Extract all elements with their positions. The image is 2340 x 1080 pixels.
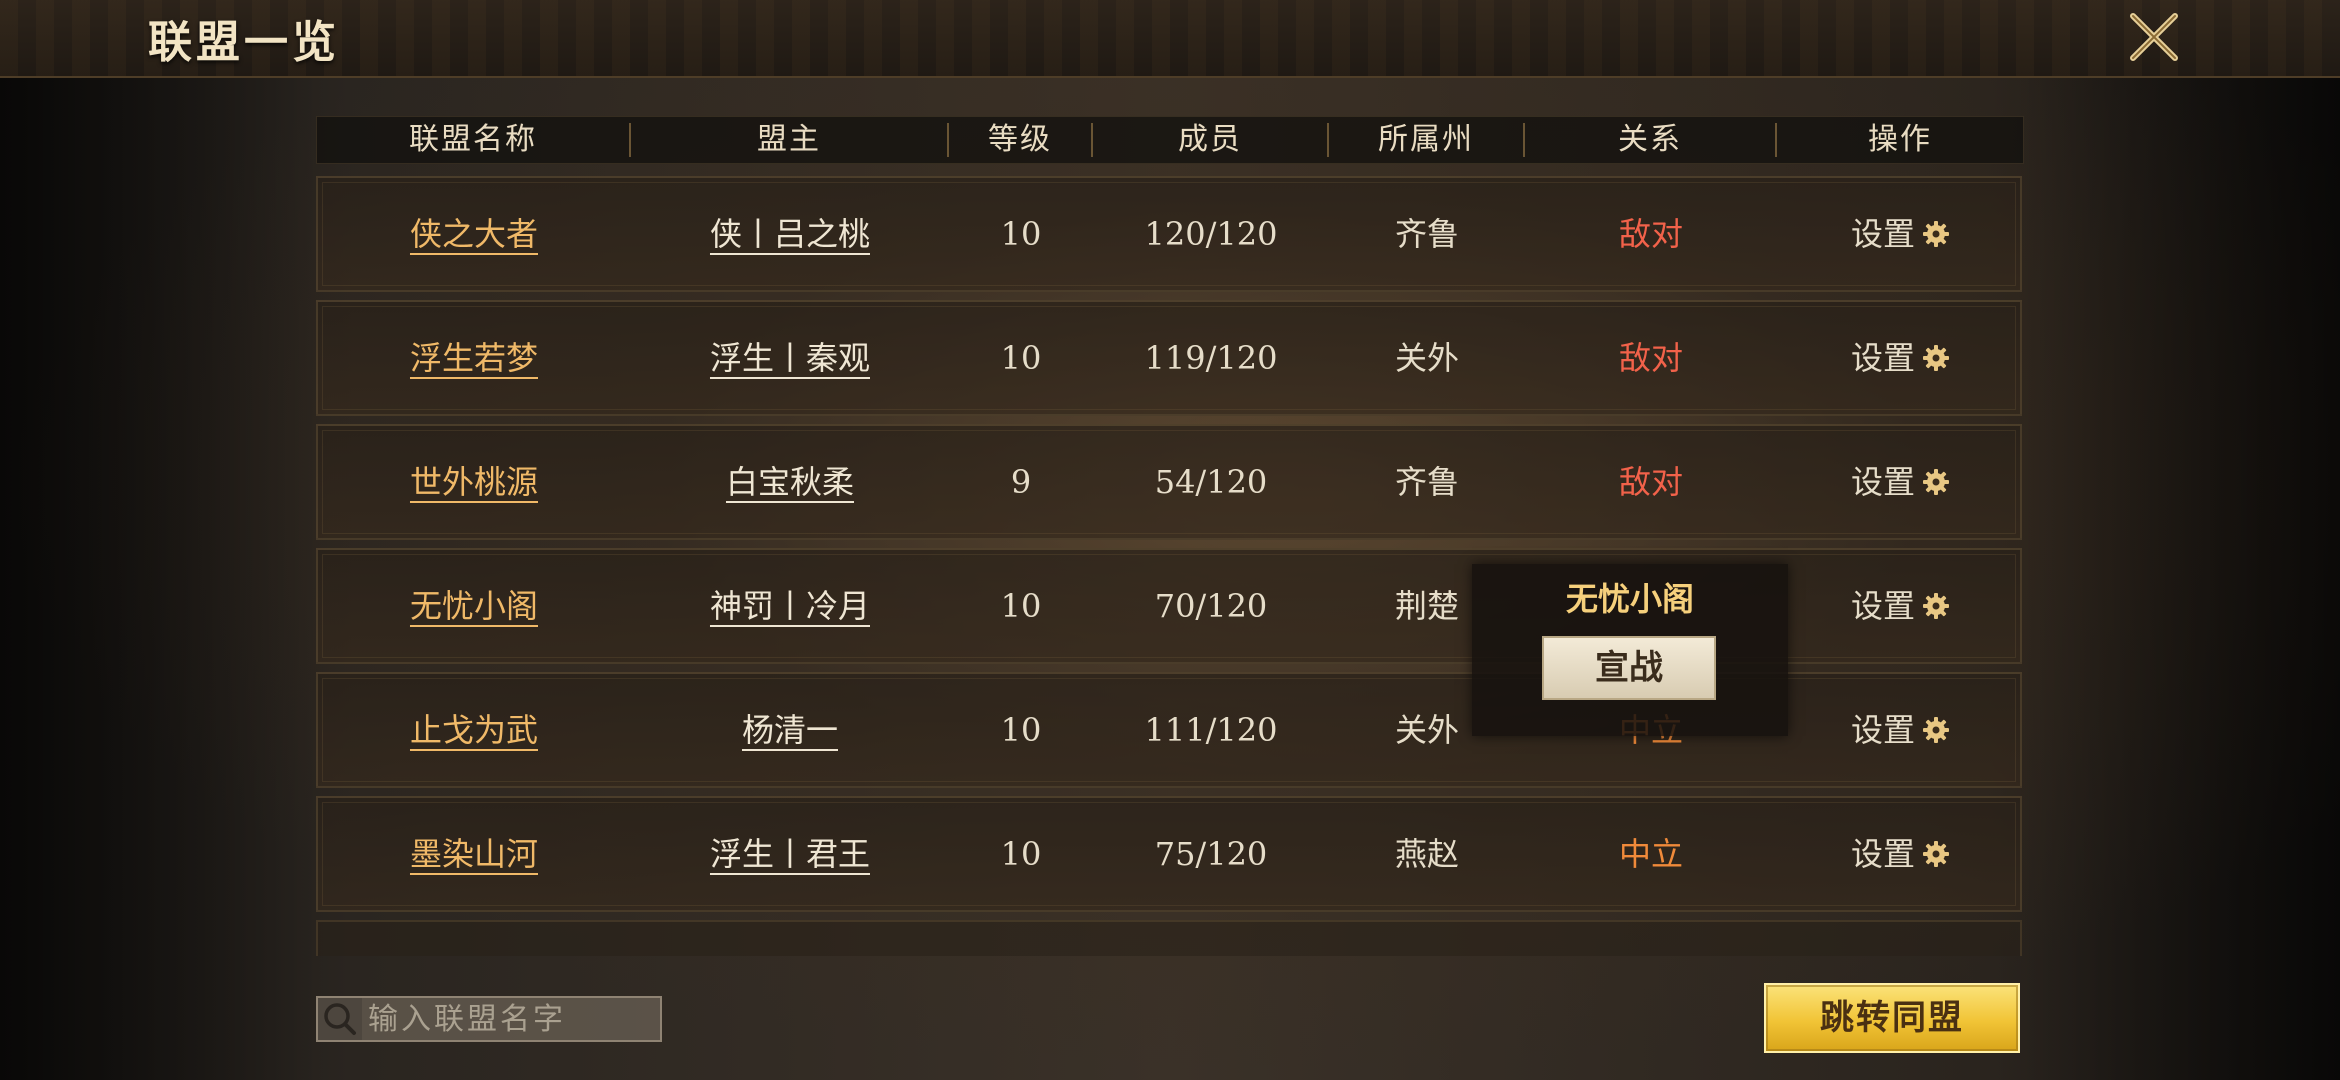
jump-to-alliance-button[interactable]: 跳转同盟	[1764, 983, 2020, 1053]
alliance-members: 111/120	[1144, 711, 1278, 749]
settings-button[interactable]: 设置	[1778, 178, 2024, 290]
title-bar: 联盟一览	[0, 0, 2340, 78]
gear-icon	[1923, 221, 1949, 247]
title-bar-pattern	[0, 0, 2340, 76]
background-shade-left	[0, 0, 320, 1080]
declare-war-button[interactable]: 宣战	[1542, 636, 1716, 700]
alliance-members: 75/120	[1154, 835, 1268, 873]
column-header-region: 所属州	[1378, 122, 1474, 157]
alliance-leader-link[interactable]: 侠丨吕之桃	[710, 215, 870, 253]
alliance-members: 54/120	[1154, 463, 1268, 501]
alliance-region: 齐鲁	[1394, 463, 1459, 501]
settings-label: 设置	[1850, 711, 1915, 749]
gear-icon	[1923, 469, 1949, 495]
alliance-members: 119/120	[1144, 339, 1278, 377]
alliance-name-link[interactable]: 墨染山河	[410, 835, 538, 873]
table-row-partial	[316, 920, 2022, 956]
settings-button[interactable]: 设置	[1778, 426, 2024, 538]
gear-icon	[1923, 345, 1949, 371]
table-row[interactable]: 世外桃源 白宝秋柔 9 54/120 齐鲁 敌对 设置	[316, 424, 2022, 540]
alliance-name-link[interactable]: 无忧小阁	[410, 587, 538, 625]
alliance-leader-link[interactable]: 白宝秋柔	[726, 463, 854, 501]
alliance-name-link[interactable]: 止戈为武	[410, 711, 538, 749]
gear-icon	[1923, 717, 1949, 743]
search-icon-wrap	[318, 998, 362, 1040]
column-header-members: 成员	[1178, 122, 1242, 157]
alliance-region: 燕赵	[1394, 835, 1459, 873]
table-row[interactable]: 墨染山河 浮生丨君王 10 75/120 燕赵 中立 设置	[316, 796, 2022, 912]
alliance-level: 10	[1000, 339, 1042, 377]
settings-label: 设置	[1850, 587, 1915, 625]
page-title: 联盟一览	[148, 17, 340, 68]
search-input[interactable]	[368, 998, 658, 1040]
alliance-level: 9	[1010, 463, 1032, 501]
alliance-leader-link[interactable]: 神罚丨冷月	[710, 587, 870, 625]
column-header-name: 联盟名称	[409, 122, 537, 157]
column-header-leader: 盟主	[757, 122, 821, 157]
table-header: 联盟名称 盟主 等级 成员 所属州 关系 操作	[316, 116, 2024, 164]
settings-label: 设置	[1850, 339, 1915, 377]
alliance-members: 120/120	[1144, 215, 1278, 253]
close-x-icon	[2130, 13, 2178, 61]
alliance-name-link[interactable]: 世外桃源	[410, 463, 538, 501]
gear-icon	[1923, 841, 1949, 867]
background-shade-right	[2020, 0, 2340, 1080]
settings-button[interactable]: 设置	[1778, 550, 2024, 662]
alliance-level: 10	[1000, 711, 1042, 749]
alliance-leader-link[interactable]: 浮生丨秦观	[710, 339, 870, 377]
relation-status-neutral: 中立	[1618, 835, 1683, 873]
column-header-relation: 关系	[1618, 122, 1682, 157]
alliance-level: 10	[1000, 215, 1042, 253]
table-row[interactable]: 侠之大者 侠丨吕之桃 10 120/120 齐鲁 敌对 设置	[316, 176, 2022, 292]
column-header-action: 操作	[1868, 122, 1932, 157]
alliance-name-link[interactable]: 浮生若梦	[410, 339, 538, 377]
relation-status-hostile: 敌对	[1618, 463, 1683, 501]
alliance-region: 关外	[1394, 339, 1459, 377]
gear-icon	[1923, 593, 1949, 619]
close-button[interactable]	[2125, 8, 2183, 66]
settings-label: 设置	[1850, 835, 1915, 873]
alliance-name-link[interactable]: 侠之大者	[410, 215, 538, 253]
alliance-leader-link[interactable]: 浮生丨君王	[710, 835, 870, 873]
settings-button[interactable]: 设置	[1778, 302, 2024, 414]
declare-war-popup: 无忧小阁 宣战	[1472, 564, 1788, 736]
search-icon	[324, 1003, 356, 1035]
alliance-leader-link[interactable]: 杨清一	[742, 711, 838, 749]
popup-alliance-name: 无忧小阁	[1565, 580, 1694, 618]
alliance-region: 齐鲁	[1394, 215, 1459, 253]
settings-button[interactable]: 设置	[1778, 674, 2024, 786]
alliance-members: 70/120	[1154, 587, 1268, 625]
relation-status-hostile: 敌对	[1618, 215, 1683, 253]
alliance-level: 10	[1000, 835, 1042, 873]
settings-label: 设置	[1850, 215, 1915, 253]
relation-status-hostile: 敌对	[1618, 339, 1683, 377]
search-box[interactable]	[316, 996, 662, 1042]
column-header-level: 等级	[988, 122, 1052, 157]
alliance-level: 10	[1000, 587, 1042, 625]
table-row[interactable]: 浮生若梦 浮生丨秦观 10 119/120 关外 敌对 设置	[316, 300, 2022, 416]
settings-button[interactable]: 设置	[1778, 798, 2024, 910]
settings-label: 设置	[1850, 463, 1915, 501]
